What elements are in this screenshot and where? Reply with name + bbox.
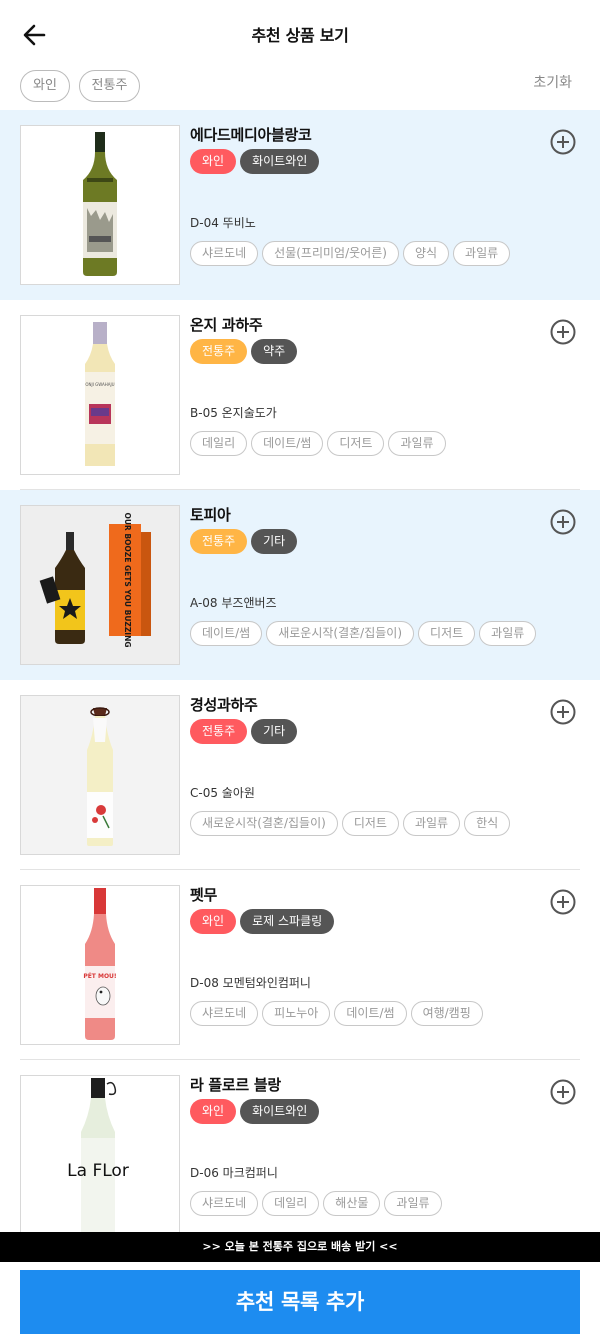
badge-type: 전통주	[190, 339, 248, 364]
tag: 피노누아	[262, 1001, 331, 1026]
seller-label: D-04 뚜비노	[190, 216, 256, 230]
box-label-text: OUR BOOZE GETS YOU BUZZING	[123, 512, 132, 647]
tag: 양식	[402, 241, 450, 266]
badge-type: 와인	[190, 1099, 237, 1124]
tag: 과일류	[388, 431, 446, 456]
product-item[interactable]: 경성과하주 전통주 기타 C-05 술아원 새로운시작(결혼/집들이) 디저트 …	[0, 680, 600, 870]
tag: 디저트	[341, 811, 399, 836]
page-title: 추천 상품 보기	[251, 26, 349, 45]
add-button[interactable]	[550, 319, 576, 345]
filter-bar: 와인 전통주 초기화	[0, 70, 600, 110]
tag: 데일리	[190, 431, 248, 456]
product-image	[20, 125, 180, 285]
product-item[interactable]: La FLor 라 플로르 블랑 와인 화이트와인 D-06 마크컴퍼니 샤르도…	[0, 1060, 600, 1232]
badge-type: 전통주	[190, 529, 248, 554]
tag: 샤르도네	[190, 1001, 259, 1026]
add-button[interactable]	[550, 129, 576, 155]
product-name: 토피아	[190, 506, 231, 524]
tag: 여행/캠핑	[410, 1001, 483, 1026]
tag: 샤르도네	[190, 241, 259, 266]
product-name: 경성과하주	[190, 696, 258, 714]
product-image: ONJI GWAHAJU	[20, 315, 180, 475]
tag: 데일리	[262, 1191, 320, 1216]
plus-circle-icon	[550, 129, 576, 155]
tag: 한식	[464, 811, 511, 836]
badge-category: 약주	[251, 339, 298, 364]
plus-circle-icon	[550, 889, 576, 915]
seller-label: A-08 부즈앤버즈	[190, 596, 277, 610]
product-image	[20, 695, 180, 855]
tag: 과일류	[402, 811, 461, 836]
tag: 디저트	[418, 621, 476, 646]
badge-category: 기타	[251, 719, 298, 744]
product-image: OUR BOOZE GETS YOU BUZZING	[20, 505, 180, 665]
plus-circle-icon	[550, 509, 576, 535]
tag: 해산물	[323, 1191, 381, 1216]
filter-chip-wine[interactable]: 와인	[20, 70, 70, 102]
seller-label: B-05 온지술도가	[190, 406, 277, 420]
product-name: 에다드메디아블랑코	[190, 126, 312, 144]
plus-circle-icon	[550, 699, 576, 725]
filter-chip-traditional[interactable]: 전통주	[79, 70, 140, 102]
tag: 데이트/썸	[251, 431, 324, 456]
plus-circle-icon	[550, 319, 576, 345]
add-recommendation-button[interactable]: 추천 목록 추가	[20, 1270, 580, 1334]
product-image: PÉT MOU!	[20, 885, 180, 1045]
product-item[interactable]: ONJI GWAHAJU 온지 과하주 전통주 약주 B-05 온지술도가 데일…	[0, 300, 600, 490]
bottle-label-text: PÉT MOU!	[83, 972, 116, 980]
tag: 새로운시작(결혼/집들이)	[190, 811, 338, 836]
product-name: 라 플로르 블랑	[190, 1076, 281, 1094]
badge-type: 와인	[190, 149, 237, 174]
bottle-label-text: ONJI GWAHAJU	[85, 382, 114, 387]
badge-type: 전통주	[190, 719, 248, 744]
badge-category: 기타	[251, 529, 298, 554]
product-item[interactable]: PÉT MOU! 펫무 와인 로제 스파클링 D-08 모멘텀와인컴퍼니 샤르도…	[0, 870, 600, 1060]
product-name: 펫무	[190, 886, 218, 904]
badge-category: 화이트와인	[240, 149, 320, 174]
tag: 과일류	[479, 621, 537, 646]
add-button[interactable]	[550, 889, 576, 915]
header: 추천 상품 보기	[0, 0, 600, 70]
tag: 새로운시작(결혼/집들이)	[266, 621, 415, 646]
product-item[interactable]: OUR BOOZE GETS YOU BUZZING 토피아 전통주 기타 A-…	[0, 490, 600, 680]
bottle-label-text: La FLor	[67, 1161, 129, 1181]
add-button[interactable]	[550, 699, 576, 725]
seller-label: D-06 마크컴퍼니	[190, 1166, 278, 1180]
badge-type: 와인	[190, 909, 237, 934]
tag: 데이트/썸	[334, 1001, 407, 1026]
add-button[interactable]	[550, 1079, 576, 1105]
tag: 선물(프리미엄/웃어른)	[262, 241, 399, 266]
tag: 디저트	[327, 431, 385, 456]
tag: 샤르도네	[190, 1191, 259, 1216]
reset-button[interactable]: 초기화	[533, 72, 572, 92]
tag: 과일류	[453, 241, 511, 266]
product-image: La FLor	[20, 1075, 180, 1232]
product-item[interactable]: 에다드메디아블랑코 와인 화이트와인 D-04 뚜비노 샤르도네 선물(프리미엄…	[0, 110, 600, 300]
tag: 데이트/썸	[190, 621, 263, 646]
plus-circle-icon	[550, 1079, 576, 1105]
badge-category: 로제 스파클링	[240, 909, 335, 934]
badge-category: 화이트와인	[240, 1099, 320, 1124]
add-button[interactable]	[550, 509, 576, 535]
seller-label: D-08 모멘텀와인컴퍼니	[190, 976, 311, 990]
tag: 과일류	[384, 1191, 442, 1216]
product-name: 온지 과하주	[190, 316, 263, 334]
seller-label: C-05 술아원	[190, 786, 255, 800]
product-list: 에다드메디아블랑코 와인 화이트와인 D-04 뚜비노 샤르도네 선물(프리미엄…	[0, 110, 600, 1232]
footer: 추천 목록 추가	[0, 1262, 600, 1334]
delivery-banner[interactable]: >> 오늘 본 전통주 집으로 배송 받기 <<	[0, 1232, 600, 1262]
